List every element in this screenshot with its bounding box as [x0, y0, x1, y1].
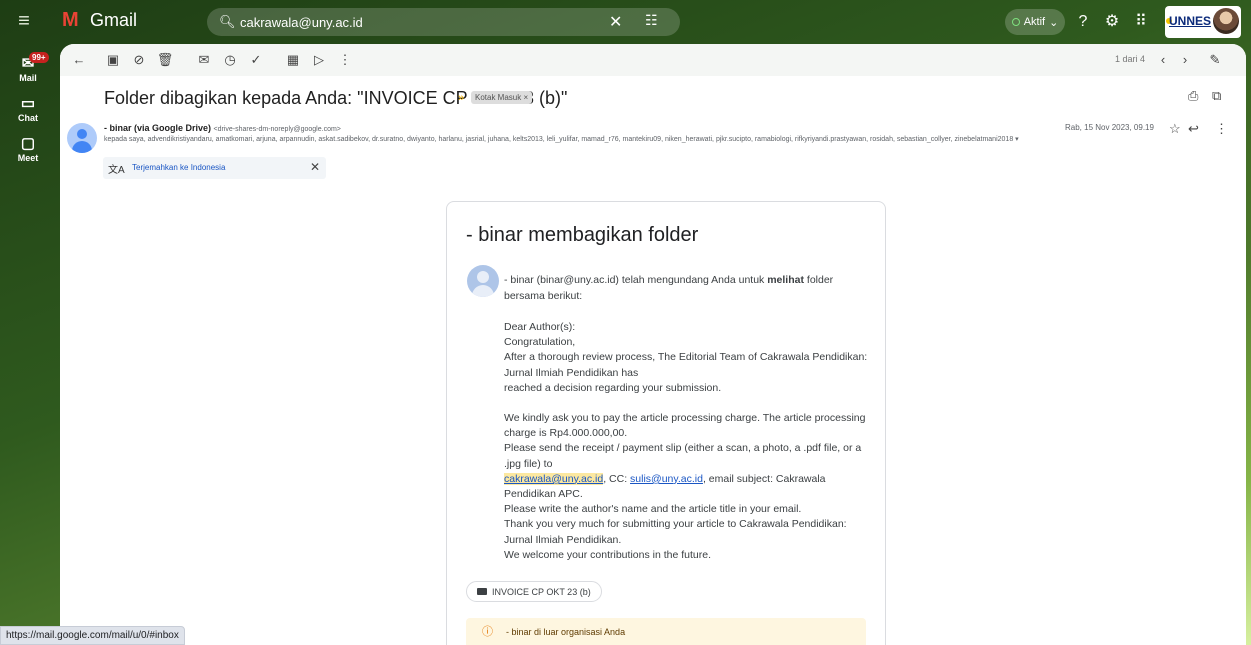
sender-line: - binar (via Google Drive) <drive-shares… — [104, 123, 341, 133]
chat-icon: ▭ — [20, 95, 36, 112]
sender-email: <drive-shares-dm-noreply@google.com> — [213, 126, 341, 133]
mark-unread-icon[interactable]: ✉ — [195, 51, 213, 69]
rail-mail-label: Mail — [19, 73, 37, 83]
recipients-line[interactable]: kepada saya, advendikristiyandaru, amatk… — [104, 135, 1154, 143]
gmail-logo[interactable]: M Gmail — [62, 10, 137, 31]
pager-count: 1 dari 4 — [1115, 54, 1146, 64]
rail-chat[interactable]: ▭ Chat — [0, 95, 56, 124]
important-marker-icon[interactable]: » — [458, 92, 464, 104]
translate-link[interactable]: Terjemahkan ke Indonesia — [132, 163, 225, 172]
top-bar: ≡ M Gmail 🔍︎ cakrawala@uny.ac.id ✕ ☷ Akt… — [0, 0, 1251, 44]
folder-icon — [477, 588, 487, 595]
meet-icon: ▢ — [20, 135, 36, 152]
more-vert-icon[interactable]: ⋮ — [336, 51, 354, 69]
open-new-window-icon[interactable]: ⧉ — [1212, 88, 1221, 104]
app-name: Gmail — [90, 10, 138, 30]
label-icon[interactable]: ▷ — [310, 51, 328, 69]
account-avatar[interactable] — [1213, 8, 1239, 34]
org-label: UNNES — [1169, 14, 1212, 28]
snooze-icon[interactable]: ◷ — [221, 51, 239, 69]
invite-text: - binar (binar@uny.ac.id) telah mengunda… — [504, 274, 834, 302]
rail-chat-label: Chat — [18, 113, 38, 123]
input-tools-icon[interactable]: ✎ — [1206, 51, 1224, 69]
status-url: https://mail.google.com/mail/u/0/#inbox — [0, 626, 185, 645]
external-warning: ⓘ - binar di luar organisasi Anda — [466, 618, 866, 645]
more-options-icon[interactable]: ⋮ — [1215, 121, 1228, 137]
sender-name[interactable]: - binar (via Google Drive) — [104, 123, 211, 133]
rail-meet-label: Meet — [17, 153, 39, 163]
rail-meet[interactable]: ▢ Meet — [0, 135, 56, 164]
warning-text: - binar di luar organisasi Anda — [506, 627, 626, 637]
status-button[interactable]: Aktif ⌄ — [1005, 9, 1065, 35]
open-folder-button[interactable]: INVOICE CP OKT 23 (b) — [466, 581, 602, 602]
delete-icon[interactable]: 🗑︎ — [156, 51, 174, 69]
status-dot-icon — [1011, 18, 1020, 26]
translate-bar: 文A Terjemahkan ke Indonesia ✕ — [103, 157, 326, 179]
main-menu-icon[interactable]: ≡ — [13, 11, 35, 33]
status-label: Aktif — [1023, 16, 1046, 28]
help-icon[interactable]: ? — [1071, 10, 1095, 34]
translate-icon: 文A — [108, 165, 125, 176]
reply-icon[interactable]: ↩ — [1188, 121, 1199, 137]
folder-name: INVOICE CP OKT 23 (b) — [492, 586, 591, 597]
add-task-icon[interactable]: ✓ — [247, 51, 265, 69]
next-icon[interactable]: › — [1176, 51, 1194, 69]
star-icon[interactable]: ☆ — [1169, 121, 1181, 137]
card-title: - binar membagikan folder — [466, 224, 699, 246]
gmail-m-icon: M — [62, 9, 79, 31]
sharer-avatar — [467, 265, 499, 297]
warning-icon: ⓘ — [482, 626, 493, 638]
share-card: - binar membagikan folder - binar (binar… — [446, 201, 886, 645]
archive-icon[interactable]: ▣ — [104, 51, 122, 69]
message-panel: ← ▣ ⊘ 🗑︎ ✉ ◷ ✓ ▦ ▷ ⋮ 1 dari 4 ‹ › ✎ Fold… — [60, 44, 1246, 645]
prev-icon[interactable]: ‹ — [1154, 51, 1172, 69]
message-toolbar: ← ▣ ⊘ 🗑︎ ✉ ◷ ✓ ▦ ▷ ⋮ 1 dari 4 ‹ › ✎ — [60, 44, 1246, 76]
sender-avatar[interactable] — [67, 123, 97, 153]
close-translate-icon[interactable]: ✕ — [310, 160, 320, 174]
inbox-label-chip[interactable]: Kotak Masuk × — [471, 91, 533, 104]
email-link-sulis[interactable]: sulis@uny.ac.id — [630, 473, 703, 485]
print-icon[interactable]: ⎙ — [1188, 88, 1198, 104]
unread-badge: 99+ — [29, 52, 49, 63]
apps-grid-icon[interactable]: ⠿ — [1129, 10, 1153, 34]
back-icon[interactable]: ← — [70, 51, 88, 69]
move-to-icon[interactable]: ▦ — [284, 51, 302, 69]
search-icon[interactable]: 🔍︎ — [219, 14, 236, 30]
search-input[interactable]: cakrawala@uny.ac.id — [240, 15, 363, 30]
settings-gear-icon[interactable]: ⚙ — [1100, 10, 1124, 34]
email-link-cakrawala[interactable]: cakrawala@uny.ac.id — [504, 472, 604, 485]
email-date: Rab, 15 Nov 2023, 09.19 — [1065, 123, 1154, 132]
search-options-icon[interactable]: ☷ — [645, 12, 658, 29]
chevron-down-icon: ⌄ — [1049, 16, 1059, 29]
clear-search-icon[interactable]: ✕ — [609, 12, 622, 32]
search-bar[interactable]: 🔍︎ cakrawala@uny.ac.id ✕ ☷ — [207, 8, 680, 36]
report-spam-icon[interactable]: ⊘ — [130, 51, 148, 69]
message-body: Dear Author(s): Congratulation, After a … — [504, 321, 868, 561]
